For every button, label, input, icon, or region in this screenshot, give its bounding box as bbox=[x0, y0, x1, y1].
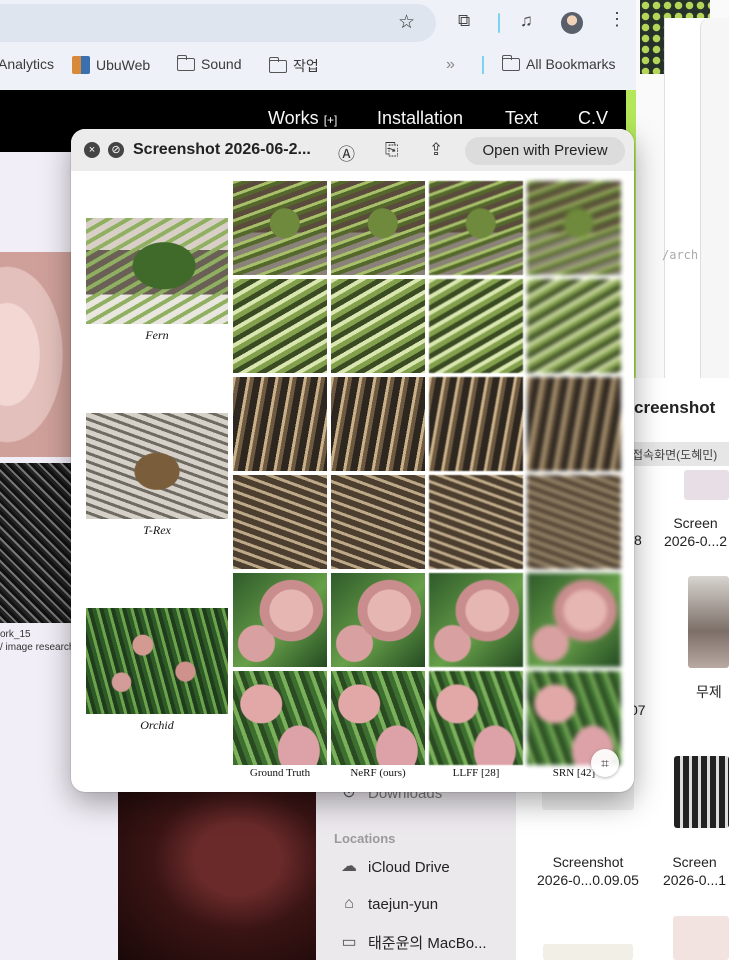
share-icon[interactable]: ⇪ bbox=[429, 140, 443, 160]
file-item-label[interactable]: Screen 2026-0...2 bbox=[662, 514, 729, 550]
scene-label-trex: T-Rex bbox=[143, 523, 171, 537]
file-item-label[interactable]: 무제 bbox=[696, 683, 722, 701]
folder-icon bbox=[268, 56, 287, 73]
result-tile bbox=[331, 279, 425, 373]
home-icon: ⌂ bbox=[344, 895, 354, 912]
sidebar-item-macbook[interactable]: ▭ 태준윤의 MacBo... bbox=[338, 932, 486, 953]
bookmark-overflow-icon[interactable]: » bbox=[446, 56, 455, 74]
fullscreen-icon[interactable]: ⊘ bbox=[108, 142, 124, 158]
finder-title: creenshot bbox=[634, 398, 716, 417]
quicklook-preview: Fern T-Rex Orchid Ground Truth NeRF (our… bbox=[77, 173, 628, 787]
result-tile bbox=[331, 671, 425, 765]
avatar[interactable] bbox=[561, 12, 583, 34]
bookmark-ubuweb[interactable]: UbuWeb bbox=[72, 56, 150, 74]
result-tile bbox=[233, 377, 327, 471]
result-tile bbox=[429, 279, 523, 373]
laptop-icon: ▭ bbox=[341, 933, 357, 951]
result-tile bbox=[233, 181, 327, 275]
all-bookmarks[interactable]: All Bookmarks bbox=[501, 54, 615, 72]
result-tile bbox=[429, 377, 523, 471]
result-tile bbox=[527, 573, 621, 667]
nav-installation[interactable]: Installation bbox=[377, 108, 463, 129]
folder-icon bbox=[501, 54, 520, 71]
result-tile bbox=[429, 671, 523, 765]
file-item-label[interactable]: Screen 2026-0...1 bbox=[660, 853, 729, 889]
result-tile bbox=[527, 377, 621, 471]
bookmark-divider bbox=[482, 56, 484, 74]
editor-code-text: /arch bbox=[662, 248, 699, 262]
scene-image-orchid bbox=[86, 608, 228, 714]
result-tile bbox=[233, 475, 327, 569]
scene-label-orchid: Orchid bbox=[140, 718, 174, 732]
close-icon[interactable]: × bbox=[84, 142, 100, 158]
scene-label-fern: Fern bbox=[145, 328, 169, 342]
column-label-nerf: NeRF (ours) bbox=[350, 767, 406, 779]
folder-icon bbox=[176, 54, 195, 71]
result-tile bbox=[331, 377, 425, 471]
file-item-label[interactable]: Screenshot 2026-0...0.09.05 bbox=[531, 853, 645, 889]
work-title: ork_15 bbox=[0, 629, 31, 640]
quicklook-title: Screenshot 2026-06-2... bbox=[133, 141, 311, 158]
work-label: ork_15 / image research bbox=[0, 628, 74, 654]
result-tile bbox=[233, 573, 327, 667]
file-thumbnail[interactable] bbox=[684, 470, 729, 500]
open-with-preview-button[interactable]: Open with Preview bbox=[465, 137, 625, 165]
editor-window-back bbox=[700, 18, 729, 378]
ubuweb-logo-icon bbox=[72, 56, 90, 74]
result-tile bbox=[429, 573, 523, 667]
result-tile bbox=[429, 181, 523, 275]
finder-path-chip[interactable]: 접속화면(도혜민) bbox=[632, 442, 729, 466]
work-thumbnail-noise[interactable] bbox=[0, 463, 72, 623]
bookmark-analytics[interactable]: Analytics bbox=[0, 56, 54, 72]
live-text-icon[interactable]: ⌗ bbox=[591, 749, 619, 777]
sidebar-locations-header: Locations bbox=[334, 831, 396, 846]
extensions-icon[interactable]: ⧉ bbox=[458, 11, 470, 31]
file-thumbnail[interactable] bbox=[543, 944, 633, 960]
column-label-ground-truth: Ground Truth bbox=[249, 767, 311, 779]
menu-dots-icon[interactable]: ⋮ bbox=[608, 10, 626, 28]
address-bar[interactable] bbox=[0, 4, 436, 42]
toolbar-divider bbox=[498, 13, 500, 33]
file-thumbnail[interactable] bbox=[673, 916, 729, 960]
quicklook-window: × ⊘ Screenshot 2026-06-2... Ⓐ ⎘ ⇪ Open w… bbox=[71, 129, 634, 792]
result-tile bbox=[331, 181, 425, 275]
result-tile bbox=[233, 279, 327, 373]
column-label-llff: LLFF [28] bbox=[452, 767, 500, 779]
work-thumbnail-mouth[interactable] bbox=[0, 252, 72, 457]
result-tile bbox=[527, 475, 621, 569]
file-thumbnail[interactable] bbox=[688, 576, 729, 668]
work-caption: / image research bbox=[0, 642, 75, 653]
result-tile bbox=[331, 475, 425, 569]
star-icon[interactable]: ☆ bbox=[398, 11, 415, 34]
markup-icon[interactable]: Ⓐ bbox=[338, 140, 355, 165]
media-icon[interactable]: ♫ bbox=[520, 11, 533, 31]
file-thumbnail[interactable] bbox=[674, 756, 729, 828]
sidebar-item-icloud[interactable]: ☁ iCloud Drive bbox=[338, 858, 450, 876]
result-tile bbox=[429, 475, 523, 569]
nav-works[interactable]: Works [+] bbox=[268, 108, 337, 129]
scene-image-trex bbox=[86, 413, 228, 519]
sidebar-item-home[interactable]: ⌂ taejun-yun bbox=[338, 895, 438, 913]
rotate-icon[interactable]: ⎘ bbox=[385, 140, 399, 160]
result-tile bbox=[233, 671, 327, 765]
file-item-partial-label: 8 bbox=[634, 532, 642, 548]
bookmark-work[interactable]: 작업 bbox=[268, 56, 319, 76]
result-tile bbox=[527, 279, 621, 373]
scene-image-fern bbox=[86, 218, 228, 324]
result-tile bbox=[527, 181, 621, 275]
bookmark-sound[interactable]: Sound bbox=[176, 54, 241, 72]
result-tile bbox=[331, 573, 425, 667]
cloud-icon: ☁ bbox=[341, 858, 357, 875]
work-thumbnail-dark[interactable] bbox=[118, 792, 318, 960]
nav-text[interactable]: Text bbox=[505, 108, 538, 129]
nav-cv[interactable]: C.V bbox=[578, 108, 608, 129]
